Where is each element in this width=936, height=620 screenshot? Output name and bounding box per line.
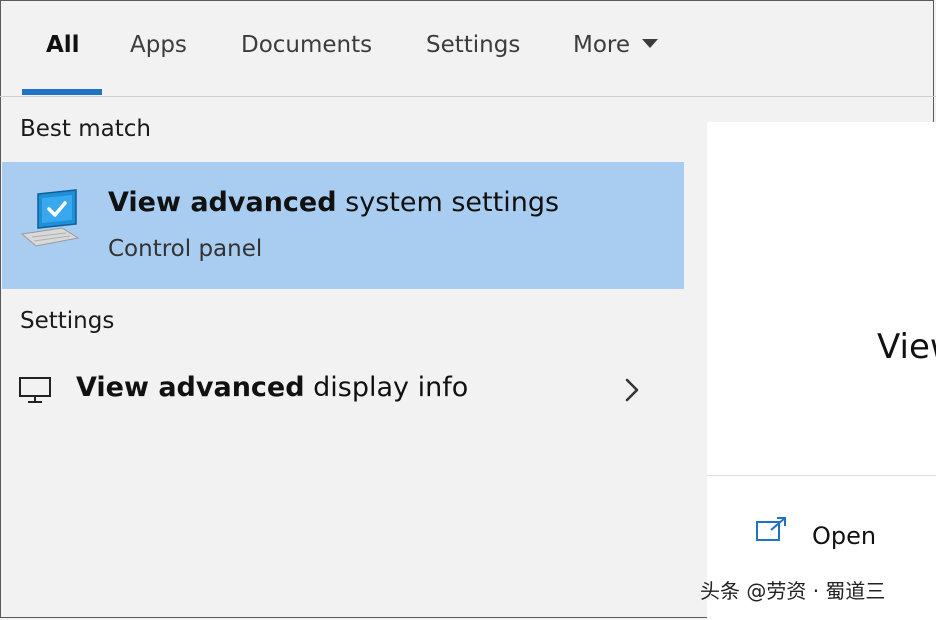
tab-documents[interactable]: Documents <box>241 28 372 62</box>
tabs-divider <box>0 96 936 97</box>
settings-result-title-rest: display info <box>304 372 469 403</box>
preview-divider <box>707 475 936 476</box>
open-action[interactable]: Open <box>747 510 927 560</box>
tab-settings[interactable]: Settings <box>426 28 520 62</box>
active-tab-indicator <box>22 89 102 95</box>
chevron-right-icon[interactable] <box>622 376 642 404</box>
best-match-title-bold: View advanced <box>108 187 337 218</box>
tab-all[interactable]: All <box>46 28 80 62</box>
watermark-text: 头条 @劳资 · 蜀道三 <box>700 579 886 603</box>
tab-more-label: More <box>573 32 631 58</box>
settings-result-title: View advanced display info <box>76 372 468 403</box>
best-match-heading: Best match <box>20 116 151 142</box>
monitor-icon <box>19 377 51 403</box>
open-external-icon <box>756 517 786 541</box>
best-match-title-rest: system settings <box>336 187 560 218</box>
preview-pane: View Open <box>707 122 936 620</box>
settings-heading: Settings <box>20 308 115 334</box>
best-match-title: View advanced system settings <box>108 187 559 218</box>
best-match-subtitle: Control panel <box>108 236 263 262</box>
preview-title: View <box>877 327 936 367</box>
caret-down-icon <box>642 39 659 48</box>
computer-settings-icon <box>20 189 80 247</box>
search-filter-tabs: All Apps Documents Settings More <box>0 0 936 97</box>
open-label: Open <box>812 522 877 550</box>
settings-result-title-bold: View advanced <box>76 372 305 403</box>
tab-more[interactable]: More <box>573 28 659 62</box>
settings-result-display-info[interactable]: View advanced display info <box>2 352 684 432</box>
tab-apps[interactable]: Apps <box>130 28 187 62</box>
best-match-result[interactable]: View advanced system settings Control pa… <box>2 162 684 289</box>
